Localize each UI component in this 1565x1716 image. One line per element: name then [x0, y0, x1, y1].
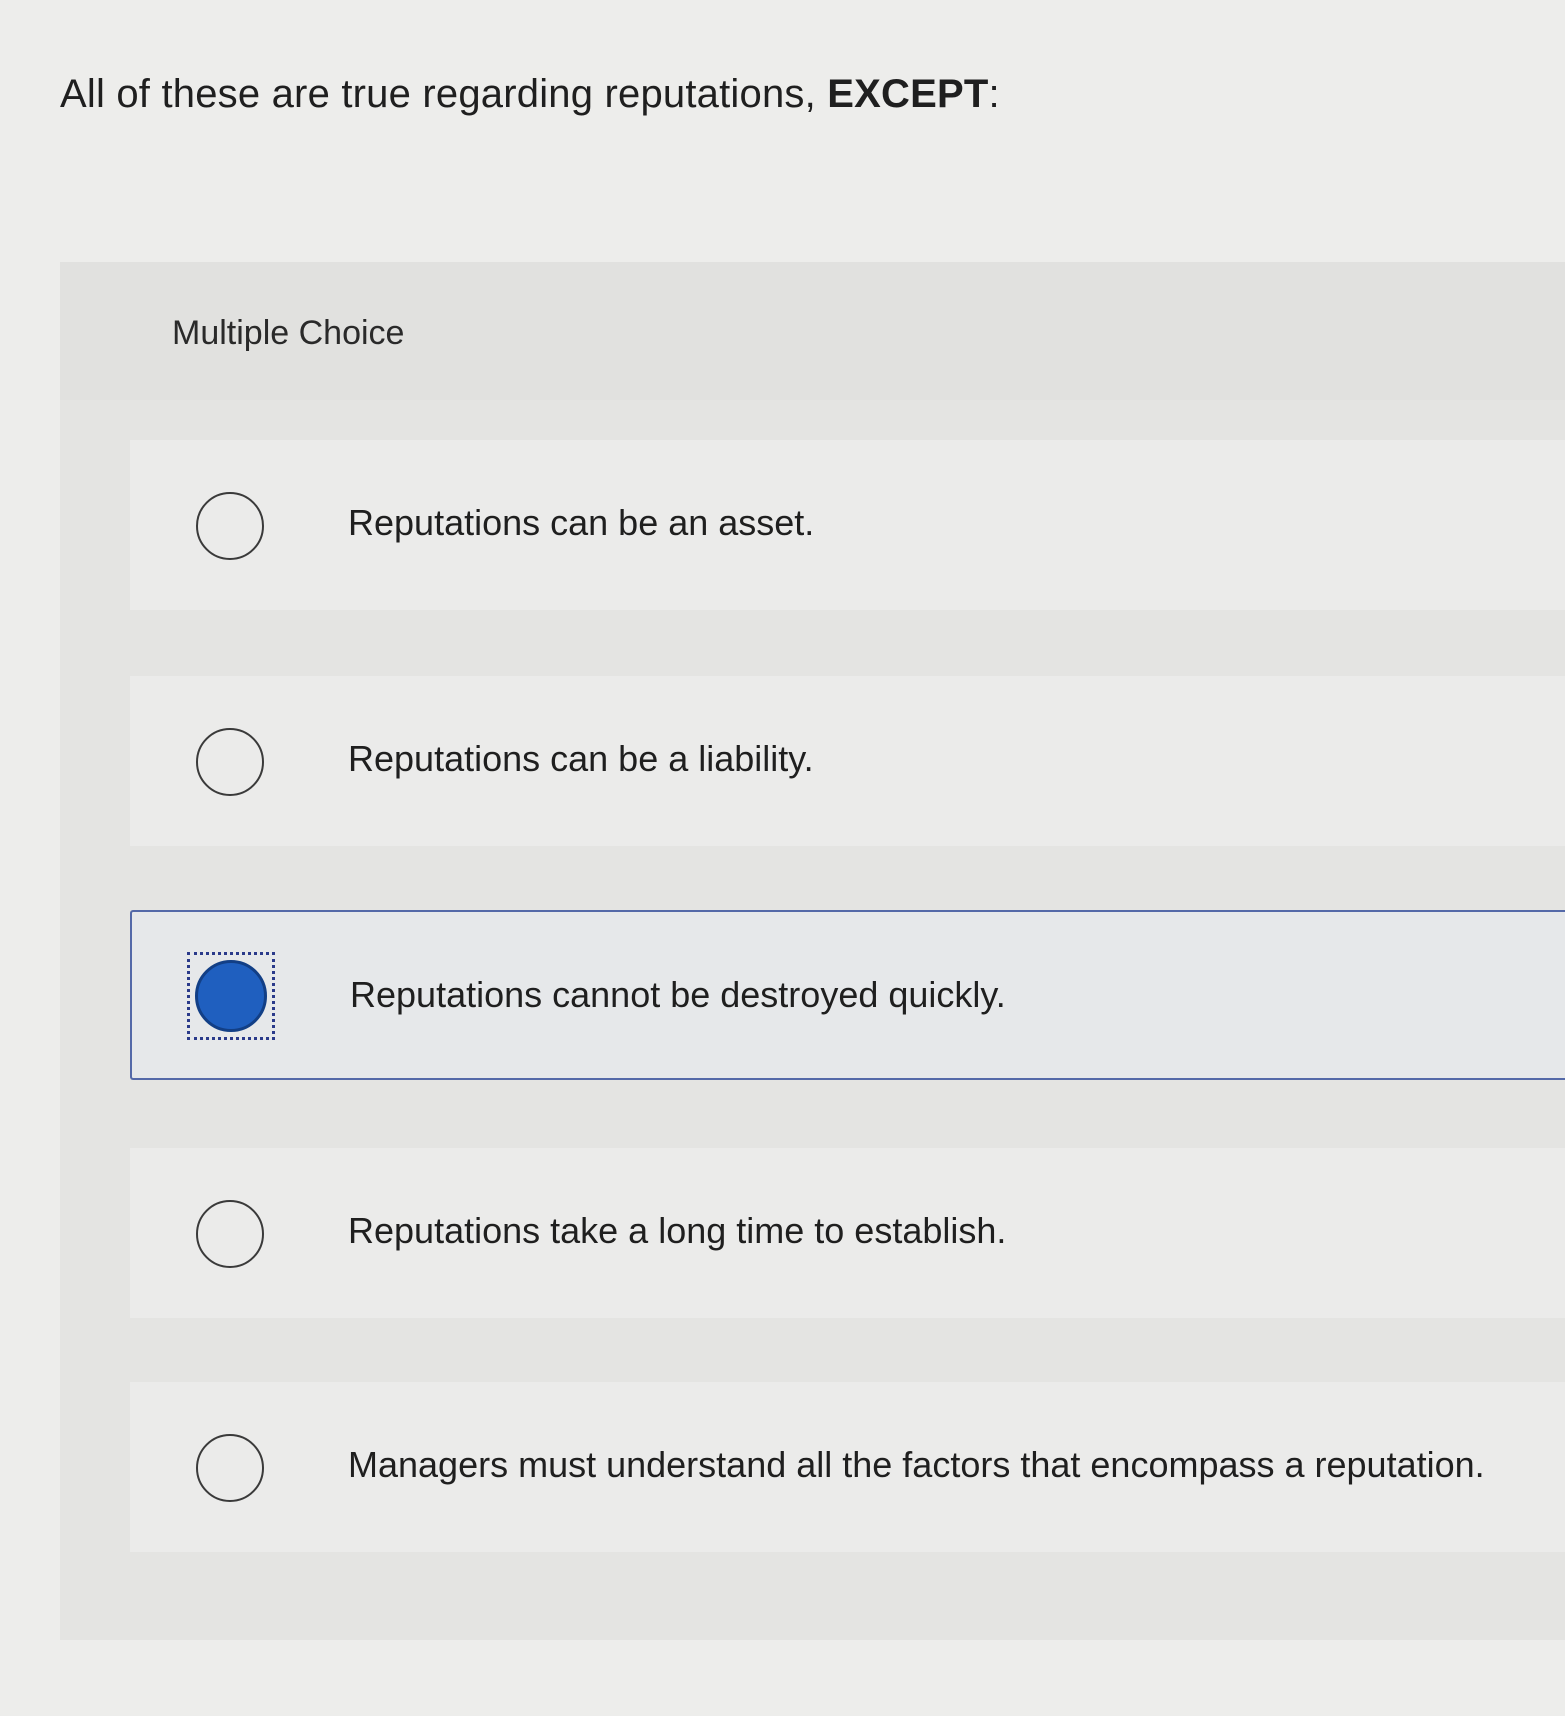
question-text: All of these are true regarding reputati… — [60, 72, 828, 116]
answer-option-1[interactable]: Reputations can be an asset. — [130, 440, 1565, 610]
radio-focus-wrap — [188, 1194, 276, 1282]
answer-option-label: Managers must understand all the factors… — [348, 1444, 1485, 1485]
answer-option-label: Reputations take a long time to establis… — [348, 1210, 1007, 1251]
radio-focus-wrap — [188, 1428, 276, 1516]
answer-option-label: Reputations can be an asset. — [348, 502, 815, 543]
radio-focus-wrap — [188, 722, 276, 810]
answer-option-label: Reputations cannot be destroyed quickly. — [350, 974, 1006, 1015]
radio-unselected-icon[interactable] — [196, 728, 264, 796]
answer-option-2[interactable]: Reputations can be a liability. — [130, 676, 1565, 846]
question-prompt: All of these are true regarding reputati… — [60, 72, 1000, 117]
radio-unselected-icon[interactable] — [196, 1200, 264, 1268]
radio-unselected-icon[interactable] — [196, 492, 264, 560]
question-emphasis: EXCEPT — [827, 72, 989, 116]
answer-option-4[interactable]: Reputations take a long time to establis… — [130, 1148, 1565, 1318]
answer-option-5[interactable]: Managers must understand all the factors… — [130, 1382, 1565, 1552]
radio-unselected-icon[interactable] — [196, 1434, 264, 1502]
panel-header: Multiple Choice — [60, 262, 1565, 400]
radio-selected-icon[interactable] — [195, 960, 267, 1032]
question-suffix: : — [988, 72, 1000, 116]
multiple-choice-label: Multiple Choice — [172, 314, 405, 352]
answer-option-3-selected[interactable]: Reputations cannot be destroyed quickly. — [130, 910, 1565, 1080]
answer-option-label: Reputations can be a liability. — [348, 738, 814, 779]
multiple-choice-panel: Multiple Choice Reputations can be an as… — [60, 262, 1565, 1640]
radio-focus-wrap — [188, 486, 276, 574]
radio-focus-ring — [187, 952, 275, 1040]
